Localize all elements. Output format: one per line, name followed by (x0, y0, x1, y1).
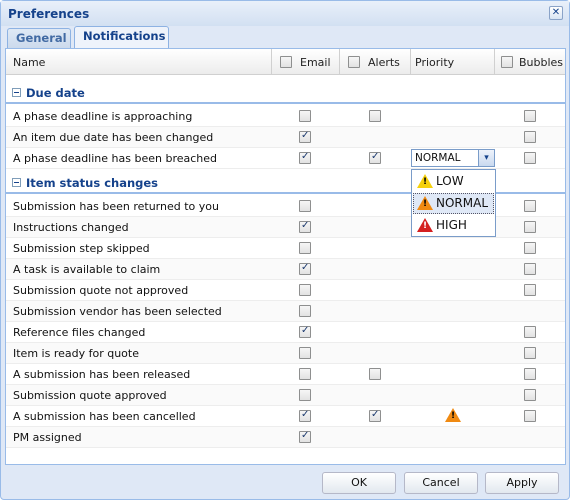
priority-option-high[interactable]: ! HIGH (413, 215, 494, 236)
column-header-alerts[interactable]: Alerts (340, 49, 411, 75)
table-row: Submission vendor has been selected (6, 301, 565, 322)
tab-notifications[interactable]: Notifications (74, 26, 169, 49)
row-name: Reference files changed (13, 326, 146, 339)
bubbles-checkbox[interactable] (524, 347, 536, 359)
email-checkbox[interactable] (299, 200, 311, 212)
row-name: A submission has been cancelled (13, 410, 196, 423)
bubbles-checkbox[interactable] (524, 368, 536, 380)
bubbles-checkbox[interactable] (524, 131, 536, 143)
priority-option-normal[interactable]: ! NORMAL (413, 193, 494, 214)
table-row: Item is ready for quote (6, 343, 565, 364)
email-checkbox[interactable] (299, 242, 311, 254)
table-row: A submission has been cancelled! (6, 406, 565, 427)
priority-select-value: NORMAL (415, 152, 461, 164)
table-row: Reference files changed (6, 322, 565, 343)
email-checkbox[interactable] (299, 220, 311, 233)
row-name: Submission vendor has been selected (13, 305, 222, 318)
warning-icon: ! (417, 174, 433, 188)
bubbles-checkbox[interactable] (524, 263, 536, 275)
group-label: Due date (26, 86, 85, 100)
table-row: Submission step skipped (6, 238, 565, 259)
table-row: Submission quote approved (6, 385, 565, 406)
apply-button[interactable]: Apply (485, 472, 559, 494)
title-bar[interactable]: Preferences ✕ (1, 1, 569, 26)
warning-icon: ! (417, 196, 433, 210)
bubbles-checkbox[interactable] (524, 152, 536, 164)
warning-icon: ! (417, 218, 433, 232)
bubbles-checkbox[interactable] (524, 326, 536, 338)
bubbles-checkbox[interactable] (524, 200, 536, 212)
bubbles-checkbox[interactable] (524, 110, 536, 122)
row-name: Submission quote approved (13, 389, 167, 402)
table-row: An item due date has been changed (6, 127, 565, 148)
alerts-checkbox[interactable] (369, 368, 381, 380)
bubbles-checkbox[interactable] (524, 410, 536, 422)
alerts-checkbox[interactable] (369, 151, 381, 164)
row-name: Submission has been returned to you (13, 200, 219, 213)
row-name: Instructions changed (13, 221, 129, 234)
preferences-dialog: Preferences ✕ General Notifications Name… (0, 0, 570, 500)
table-row: A task is available to claim (6, 259, 565, 280)
email-checkbox[interactable] (299, 151, 311, 164)
email-checkbox[interactable] (299, 389, 311, 401)
group-label: Item status changes (26, 176, 159, 190)
email-checkbox[interactable] (299, 325, 311, 338)
alerts-checkbox[interactable] (369, 409, 381, 422)
row-name: A submission has been released (13, 368, 191, 381)
row-name: A phase deadline has been breached (13, 152, 217, 165)
notifications-grid: Name Email Alerts Priority Bubbles Due d… (5, 48, 566, 465)
row-name: A phase deadline is approaching (13, 110, 193, 123)
column-header-priority[interactable]: Priority (411, 49, 495, 75)
collapse-icon[interactable] (12, 178, 21, 187)
cancel-button[interactable]: Cancel (404, 472, 478, 494)
warning-icon: ! (445, 408, 461, 422)
table-row: A phase deadline is approaching (6, 106, 565, 127)
bubbles-select-all-checkbox[interactable] (501, 56, 513, 68)
bubbles-checkbox[interactable] (524, 221, 536, 233)
table-row: A submission has been released (6, 364, 565, 385)
collapse-icon[interactable] (12, 88, 21, 97)
column-header-bubbles[interactable]: Bubbles (495, 49, 565, 75)
tab-general[interactable]: General (7, 28, 71, 49)
email-checkbox[interactable] (299, 110, 311, 122)
column-header-email[interactable]: Email (272, 49, 340, 75)
email-checkbox[interactable] (299, 347, 311, 359)
email-select-all-checkbox[interactable] (280, 56, 292, 68)
row-name: An item due date has been changed (13, 131, 214, 144)
close-icon[interactable]: ✕ (549, 6, 563, 20)
row-name: PM assigned (13, 431, 82, 444)
ok-button[interactable]: OK (322, 472, 396, 494)
row-name: Submission step skipped (13, 242, 150, 255)
email-checkbox[interactable] (299, 368, 311, 380)
group-header[interactable]: Due date (6, 82, 565, 104)
priority-option-low[interactable]: ! LOW (413, 171, 494, 192)
email-checkbox[interactable] (299, 409, 311, 422)
email-checkbox[interactable] (299, 284, 311, 296)
email-checkbox[interactable] (299, 430, 311, 443)
priority-select[interactable]: NORMAL ▾ (411, 149, 495, 167)
alerts-select-all-checkbox[interactable] (348, 56, 360, 68)
priority-dropdown-list: ! LOW ! NORMAL ! HIGH (411, 169, 496, 237)
dialog-title: Preferences (8, 7, 90, 21)
row-name: A task is available to claim (13, 263, 161, 276)
dialog-footer: OK Cancel Apply (1, 465, 569, 499)
email-checkbox[interactable] (299, 305, 311, 317)
grid-header: Name Email Alerts Priority Bubbles (6, 49, 565, 75)
bubbles-checkbox[interactable] (524, 389, 536, 401)
email-checkbox[interactable] (299, 130, 311, 143)
row-name: Item is ready for quote (13, 347, 139, 360)
bubbles-checkbox[interactable] (524, 284, 536, 296)
bubbles-checkbox[interactable] (524, 242, 536, 254)
column-header-name[interactable]: Name (6, 49, 272, 75)
alerts-checkbox[interactable] (369, 110, 381, 122)
table-row: A phase deadline has been breached NORMAL… (6, 148, 565, 169)
table-row: PM assigned (6, 427, 565, 448)
row-name: Submission quote not approved (13, 284, 189, 297)
email-checkbox[interactable] (299, 262, 311, 275)
chevron-down-icon[interactable]: ▾ (478, 150, 494, 166)
table-row: Submission quote not approved (6, 280, 565, 301)
